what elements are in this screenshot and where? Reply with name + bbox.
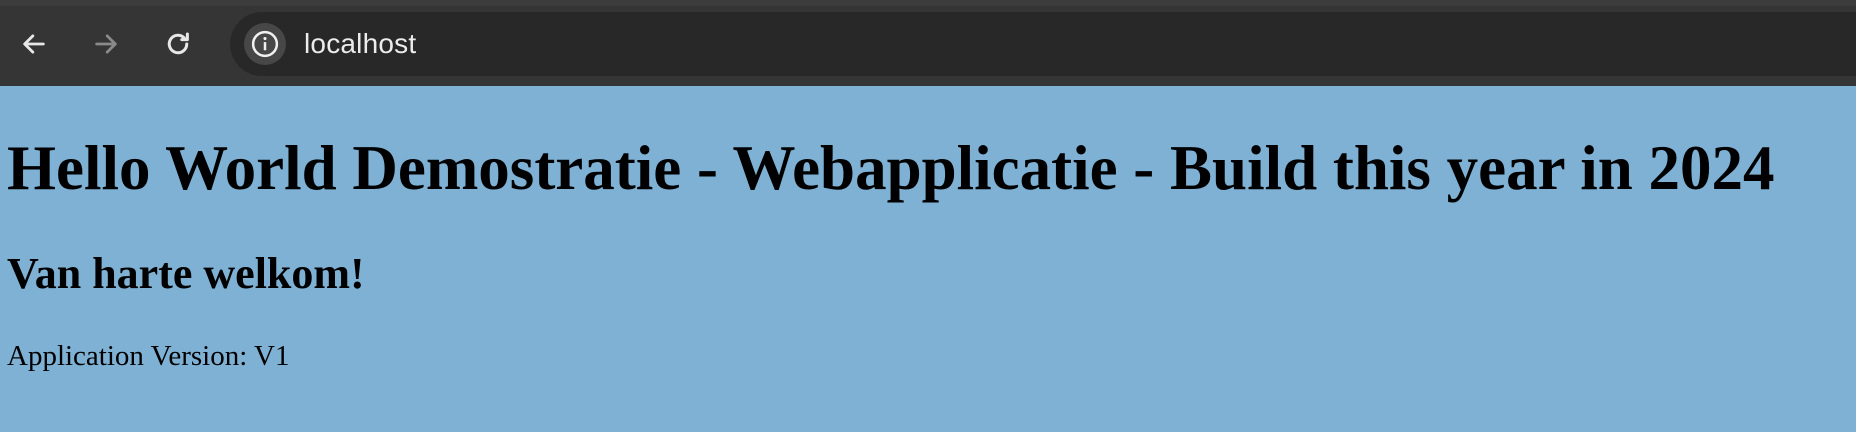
page-content: Hello World Demostratie - Webapplicatie … [0,86,1856,432]
site-info-button[interactable] [244,23,286,65]
version-label: Application Version: [7,340,255,372]
back-button[interactable] [14,24,54,64]
app-version: Application Version: V1 [7,338,289,374]
url-text[interactable]: localhost [304,12,416,76]
address-bar[interactable]: localhost [230,12,1856,76]
page-title: Hello World Demostratie - Webapplicatie … [7,133,1775,203]
back-arrow-icon [23,34,45,54]
reload-icon [167,32,189,55]
forward-arrow-icon [95,34,117,54]
browser-toolbar: localhost [0,0,1856,86]
reload-button[interactable] [158,24,198,64]
browser-toolbar-bar: localhost [0,6,1856,86]
welcome-heading: Van harte welkom! [7,249,365,298]
forward-button[interactable] [86,24,126,64]
version-value: V1 [254,340,290,372]
info-icon [251,30,279,58]
